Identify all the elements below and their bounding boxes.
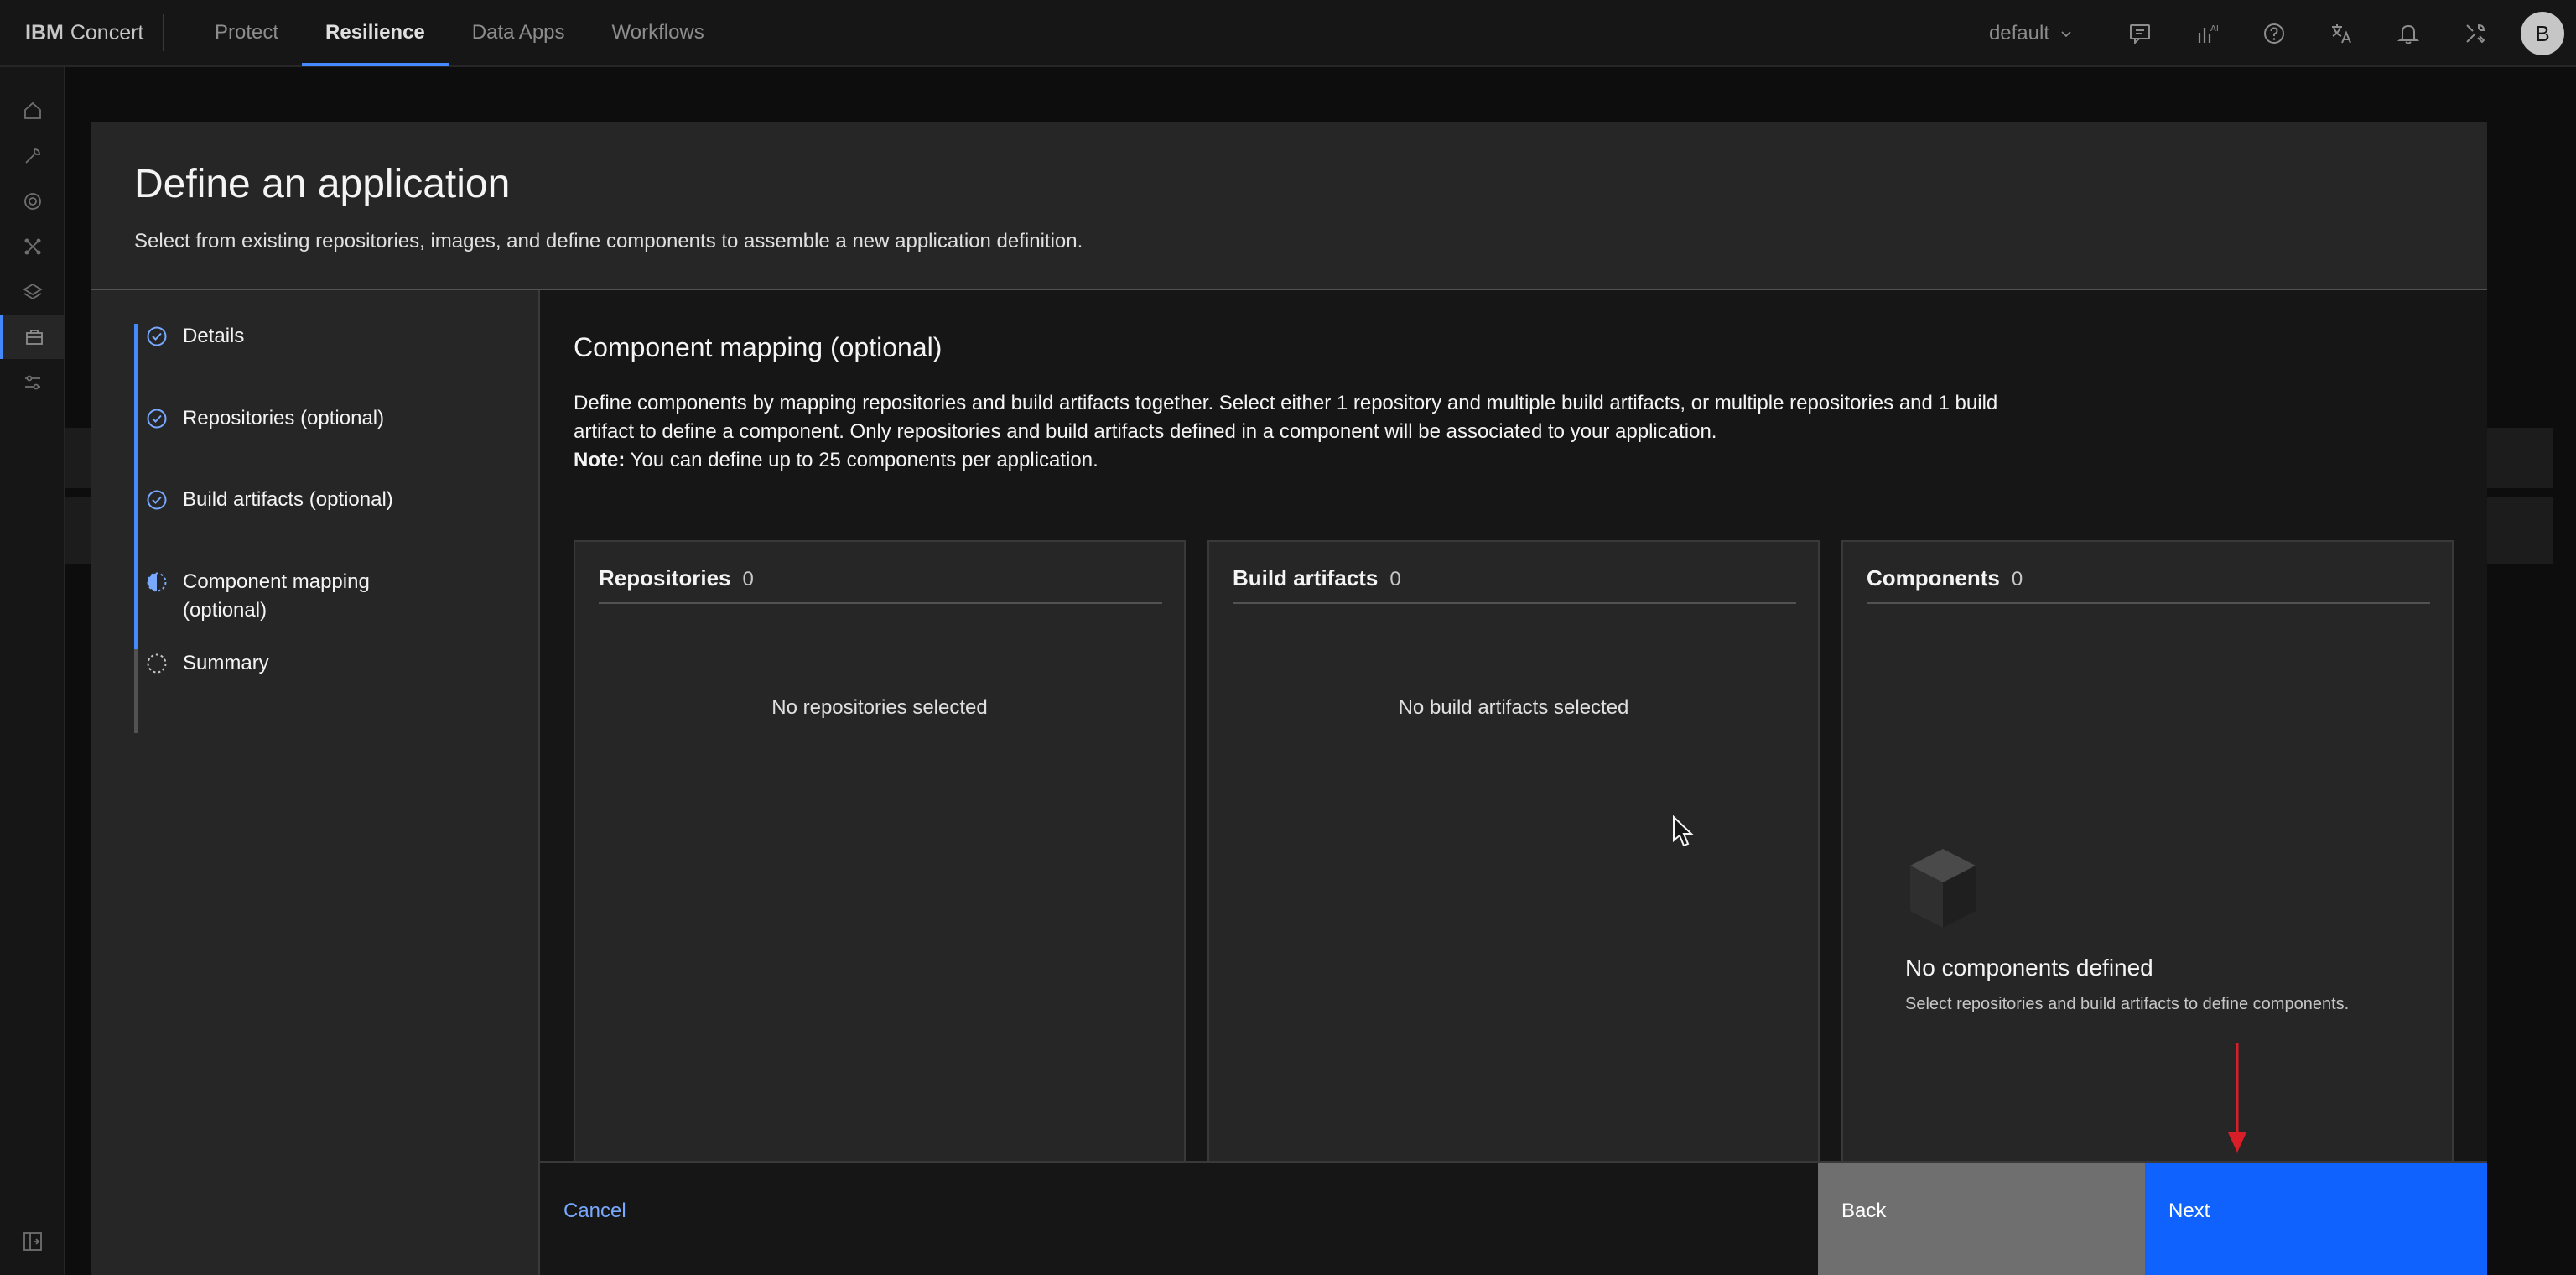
translate-icon[interactable] [2308,0,2375,67]
application-icon[interactable] [0,315,65,359]
progress-track-complete [134,324,138,649]
top-nav: Protect Resilience Data Apps Workflows [191,0,728,66]
tile-header: Repositories 0 [599,565,1162,604]
left-nav-rail [0,67,65,1275]
modal-title: Define an application [134,162,511,206]
top-header: IBM Concert Protect Resilience Data Apps… [0,0,2576,67]
section-description: Define components by mapping repositorie… [574,392,1998,443]
step-content: Component mapping (optional) Define comp… [540,290,2487,1161]
chevron-down-icon [2061,31,2071,38]
note-label: Note: [574,449,626,471]
wrench-icon[interactable] [0,134,65,178]
brand-logo[interactable]: IBM Concert [0,14,164,51]
step-repositories[interactable]: Repositories (optional) [146,404,384,433]
checkmark-outline-icon [147,409,167,429]
settings-sliders-icon[interactable] [0,361,65,404]
checkmark-outline-icon [147,326,167,346]
ai-icon[interactable]: AI [2174,0,2241,67]
modal-header: Define an application Select from existi… [91,122,2487,290]
step-label: Build artifacts (optional) [183,488,393,511]
note-text: You can define up to 25 components per a… [625,449,1098,471]
tools-icon[interactable] [2442,0,2509,67]
components-tile: Components 0 No components defined Selec… [1841,540,2454,1161]
repositories-tile: Repositories 0 No repositories selected [574,540,1186,1161]
modal-footer: Cancel Back Next [540,1161,2487,1275]
build-artifacts-tile: Build artifacts 0 No build artifacts sel… [1208,540,1820,1161]
tile-count: 0 [1389,568,1401,591]
brand-name: Concert [70,20,144,44]
network-icon[interactable] [0,225,65,268]
layers-icon[interactable] [0,270,65,314]
step-label: Summary [183,652,269,674]
cube-icon [1910,849,1976,928]
modal-subtitle: Select from existing repositories, image… [134,230,1083,252]
tile-title: Build artifacts [1233,565,1379,591]
empty-state-title: No components defined [1905,955,2153,981]
tile-count: 0 [742,568,754,591]
tab-workflows[interactable]: Workflows [589,0,728,66]
step-label-line1: Component mapping [183,570,370,593]
tab-protect[interactable]: Protect [191,0,302,66]
define-application-modal: Define an application Select from existi… [91,122,2487,1275]
feedback-icon[interactable] [2106,0,2174,67]
incomplete-circle-icon [147,653,167,674]
step-label-line2: (optional) [183,599,267,622]
cancel-button[interactable]: Cancel [540,1163,1818,1275]
empty-state-description: Select repositories and build artifacts … [1905,995,2350,1013]
checkmark-outline-icon [147,490,167,510]
tenant-label: default [1988,22,2049,44]
section-title: Component mapping (optional) [574,332,943,362]
section-note: Note: You can define up to 25 components… [574,446,1098,475]
tenant-selector[interactable]: default [1989,22,2073,45]
step-label: Component mapping (optional) [183,568,370,625]
step-details[interactable]: Details [146,322,244,351]
empty-state-text: No build artifacts selected [1398,696,1629,719]
tile-count: 0 [2011,568,2023,591]
tile-title: Components [1867,565,2000,591]
header-actions: default AI B [1989,0,2576,67]
tab-data-apps[interactable]: Data Apps [449,0,589,66]
tile-header: Components 0 [1867,565,2430,604]
step-component-mapping[interactable]: Component mapping (optional) [146,568,370,625]
empty-state-text: No repositories selected [771,696,988,719]
notification-icon[interactable] [2375,0,2442,67]
brand-prefix: IBM [25,20,64,44]
home-icon[interactable] [0,89,65,133]
tile-header: Build artifacts 0 [1233,565,1796,604]
annotation-arrow-icon [2228,1043,2246,1153]
help-icon[interactable] [2241,0,2308,67]
collapse-panel-icon[interactable] [0,1220,65,1263]
avatar[interactable]: B [2521,12,2564,55]
svg-text:AI: AI [2210,24,2219,34]
step-label: Repositories (optional) [183,407,385,429]
next-button[interactable]: Next [2145,1163,2487,1275]
step-label: Details [183,325,245,347]
progress-steps: Details Repositories (optional) Build ar… [91,290,540,1275]
incomplete-half-icon [147,572,167,592]
tile-title: Repositories [599,565,731,591]
step-build-artifacts[interactable]: Build artifacts (optional) [146,486,393,514]
target-icon[interactable] [0,180,65,223]
tab-resilience[interactable]: Resilience [302,0,449,66]
mouse-cursor-icon [1673,815,1694,847]
back-button[interactable]: Back [1818,1163,2145,1275]
step-summary[interactable]: Summary [146,649,269,678]
